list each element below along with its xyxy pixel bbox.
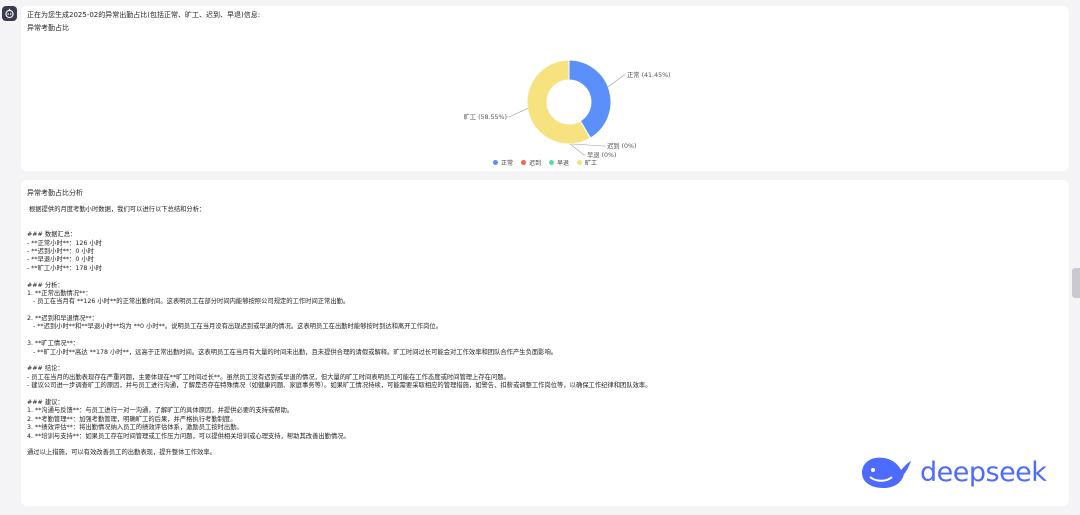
slice-label-2: 早退 (0%) <box>587 150 617 158</box>
analysis-line: ### 结论： <box>27 365 64 373</box>
analysis-line: 通过以上措施，可以有效改善员工的出勤表现，提升整体工作效率。 <box>27 449 216 457</box>
legend-dot <box>577 160 583 165</box>
analysis-line <box>27 273 652 281</box>
leader-line-1 <box>571 143 606 147</box>
legend-item[interactable]: 旷工 <box>577 158 597 167</box>
intro-text: 正在为您生成2025-02的异常出勤占比(包括正常、旷工、迟到、早退)信息: <box>27 11 261 19</box>
analysis-line <box>27 214 652 222</box>
analysis-line: - **早退小时**：0 小时 <box>27 256 94 264</box>
leader-line-0 <box>607 74 626 88</box>
chart-legend: 正常 迟到 早退 旷工 <box>493 158 597 167</box>
analysis-title: 异常考勤占比分析 <box>27 189 83 197</box>
legend-dot <box>521 160 527 165</box>
legend-label: 旷工 <box>585 160 598 167</box>
analysis-line: - **旷工小时**：178 小时 <box>27 264 102 272</box>
analysis-line: 4. **培训与支持**：如果员工存在时间管理或工作压力问题，可以提供相关培训或… <box>27 432 350 440</box>
analysis-line: 3. **绩效评估**：将出勤情况纳入员工的绩效评估体系，激励员工按时出勤。 <box>27 424 243 432</box>
leader-line-2 <box>569 143 586 156</box>
whale-logo-icon <box>862 457 911 488</box>
legend-item[interactable]: 迟到 <box>521 158 541 167</box>
legend-label: 迟到 <box>529 160 542 167</box>
analysis-line <box>27 307 652 315</box>
analysis-line: 2. **考勤管理**：加强考勤管理，明确旷工的后果，并严格执行考勤制度。 <box>27 415 237 423</box>
analysis-line: 1. **沟通与反馈**：与员工进行一对一沟通，了解旷工的具体原因，并提供必要的… <box>27 407 294 415</box>
analysis-line: ### 数据汇总： <box>27 231 77 239</box>
analysis-line: - **旷工小时**高达 **178 小时**，远高于正常出勤时间。这表明员工在… <box>27 348 558 356</box>
slice-label-3: 旷工 (58.55%) <box>463 112 507 121</box>
donut-chart: 正常 (41.45%) 迟到 (0%)早退 (0%) 旷工 (58.55%) <box>463 59 671 158</box>
logo-text: deepseek <box>920 456 1047 488</box>
bot-icon <box>5 8 14 19</box>
analysis-line: - 员工在当月有 **126 小时**的正常出勤时间。这表明员工在部分时间内能够… <box>27 298 350 306</box>
slice-label-1: 迟到 (0%) <box>607 142 637 150</box>
analysis-line: 根据提供的月度考勤小时数据，我们可以进行以下总结和分析： <box>27 206 206 213</box>
analysis-line <box>27 223 652 231</box>
analysis-line: - **迟到小时**和**早退小时**均为 **0 小时**。说明员工在当月没有… <box>27 323 442 331</box>
analysis-line <box>27 332 652 340</box>
analysis-line: - **迟到小时**：0 小时 <box>27 247 94 255</box>
analysis-line: 3. **旷工情况**： <box>27 340 80 348</box>
assistant-avatar <box>2 6 17 21</box>
analysis-line <box>27 391 652 399</box>
analysis-line: - 员工在当月的出勤表现存在严重问题，主要体现在**旷工时间过长**。虽然员工没… <box>27 373 510 381</box>
legend-label: 早退 <box>557 160 570 167</box>
analysis-body: 根据提供的月度考勤小时数据，我们可以进行以下总结和分析： ### 数据汇总： - *… <box>27 206 652 458</box>
legend-dot <box>493 160 498 165</box>
leader-line-3 <box>507 108 528 118</box>
legend-label: 正常 <box>501 160 514 167</box>
chart-card-title: 异常考勤占比 <box>27 24 69 32</box>
deepseek-logo: deepseek <box>858 453 1047 491</box>
analysis-line: ### 分析： <box>27 281 64 289</box>
legend-item[interactable]: 早退 <box>549 158 569 167</box>
chart-card: 正在为您生成2025-02的异常出勤占比(包括正常、旷工、迟到、早退)信息: 异… <box>21 6 1069 171</box>
legend-dot <box>549 160 555 165</box>
analysis-line <box>27 357 652 365</box>
legend-item[interactable]: 正常 <box>493 158 513 167</box>
analysis-line: - 建议公司进一步调查旷工的原因，并与员工进行沟通，了解是否存在特殊情况（如健康… <box>27 382 652 390</box>
slice-label-0: 正常 (41.45%) <box>627 70 671 79</box>
analysis-line: - **正常小时**：126 小时 <box>27 239 102 247</box>
side-scroll-handle[interactable] <box>1072 268 1080 298</box>
